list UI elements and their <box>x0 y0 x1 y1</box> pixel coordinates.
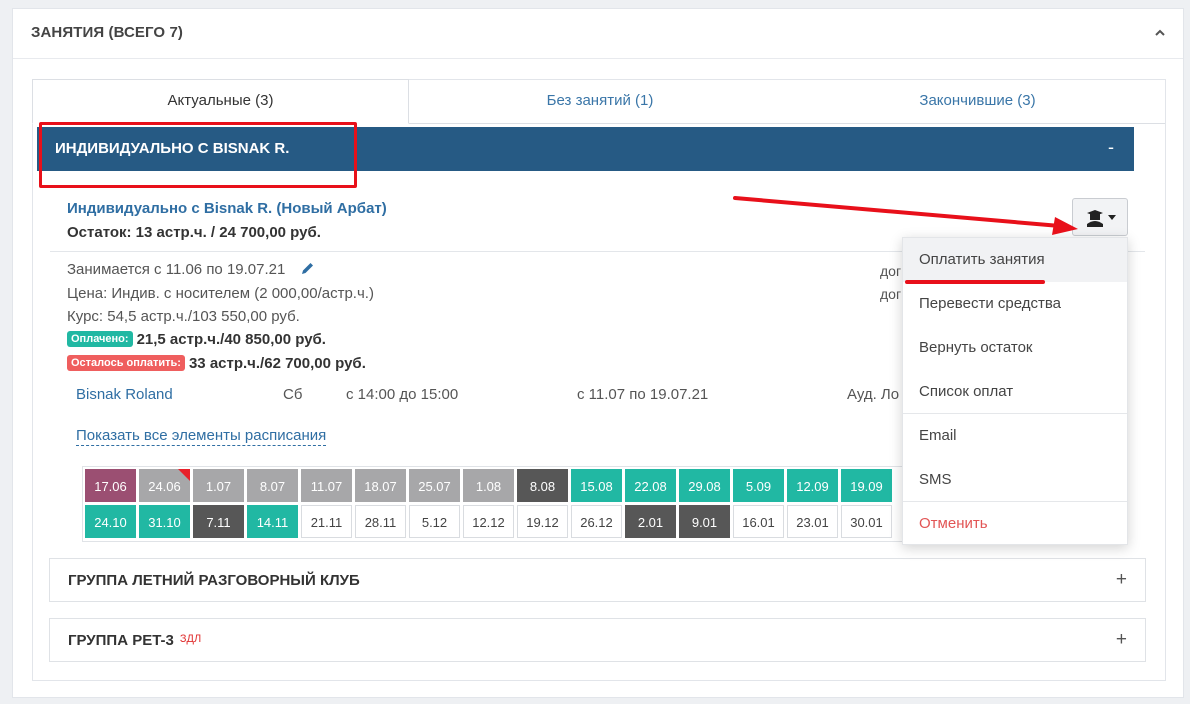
calendar-day-cell[interactable]: 5.09 <box>733 469 784 502</box>
lesson-period-row: Занимается с 11.06 по 19.07.21 <box>67 261 315 278</box>
schedule-time: с 14:00 до 15:00 <box>346 386 459 403</box>
caret-down-icon <box>1108 215 1116 220</box>
due-badge: Осталось оплатить: <box>67 355 185 371</box>
calendar-day-cell[interactable]: 2.01 <box>625 505 676 538</box>
tabs-divider <box>409 123 1165 124</box>
tab-finished[interactable]: Закончившие (3) <box>790 80 1165 124</box>
group-pet3[interactable]: ГРУППА PET-3 ЗДЛ + <box>49 618 1146 662</box>
group-tag: ЗДЛ <box>179 633 202 645</box>
group-title: ГРУППА ЛЕТНИЙ РАЗГОВОРНЫЙ КЛУБ <box>68 572 360 589</box>
calendar-day-cell[interactable]: 15.08 <box>571 469 622 502</box>
highlight-box <box>39 122 357 188</box>
calendar-day-cell[interactable]: 19.12 <box>517 505 568 538</box>
schedule-room: Ауд. Ло <box>847 386 900 403</box>
lesson-balance: Остаток: 13 астр.ч. / 24 700,00 руб. <box>67 224 321 241</box>
lesson-calendar: 17.06 24.06 1.07 8.07 11.07 18.07 25.07 1.08 8.0… <box>82 466 932 542</box>
panel-header[interactable]: ЗАНЯТИЯ (ВСЕГО 7) <box>13 9 1183 59</box>
calendar-day-cell[interactable]: 8.08 <box>517 469 568 502</box>
show-all-schedule-link[interactable]: Показать все элементы расписания <box>76 426 327 446</box>
menu-item-cancel[interactable]: Отменить <box>903 502 1127 546</box>
menu-item-sms[interactable]: SMS <box>903 458 1127 502</box>
calendar-day-cell[interactable]: 16.01 <box>733 505 784 538</box>
schedule-day: Сб <box>283 386 303 403</box>
calendar-day-cell[interactable]: 22.08 <box>625 469 676 502</box>
calendar-day-cell[interactable]: 19.09 <box>841 469 892 502</box>
calendar-day-cell[interactable]: 1.07 <box>193 469 244 502</box>
annotation-underline <box>905 280 1045 284</box>
calendar-day-cell[interactable]: 1.08 <box>463 469 514 502</box>
calendar-day-cell[interactable]: 24.06 <box>139 469 190 502</box>
calendar-day-cell[interactable]: 29.08 <box>679 469 730 502</box>
calendar-day-cell[interactable]: 18.07 <box>355 469 406 502</box>
paid-row: Оплачено: 21,5 астр.ч./40 850,00 руб. <box>67 331 326 348</box>
lesson-price: Цена: Индив. с носителем (2 000,00/астр.… <box>67 285 374 302</box>
menu-item-email[interactable]: Email <box>903 414 1127 458</box>
pencil-icon[interactable] <box>300 261 315 276</box>
lesson-period: Занимается с 11.06 по 19.07.21 <box>67 261 286 278</box>
tab-current[interactable]: Актуальные (3) <box>32 79 409 124</box>
calendar-day-cell[interactable]: 25.07 <box>409 469 460 502</box>
contract-hint-1: дог <box>880 263 902 279</box>
group-summer-club[interactable]: ГРУППА ЛЕТНИЙ РАЗГОВОРНЫЙ КЛУБ + <box>49 558 1146 602</box>
due-amount: 33 астр.ч./62 700,00 руб. <box>188 355 366 372</box>
calendar-day-cell[interactable]: 14.11 <box>247 505 298 538</box>
chevron-up-icon[interactable] <box>1153 26 1167 40</box>
calendar-day-cell[interactable]: 5.12 <box>409 505 460 538</box>
due-row: Осталось оплатить: 33 астр.ч./62 700,00 р… <box>67 355 366 372</box>
student-actions-button[interactable] <box>1072 198 1128 236</box>
calendar-day-cell[interactable]: 7.11 <box>193 505 244 538</box>
expand-toggle[interactable]: + <box>1116 569 1127 591</box>
calendar-day-cell[interactable]: 9.01 <box>679 505 730 538</box>
graduate-icon <box>1087 210 1116 227</box>
calendar-day-cell[interactable]: 23.01 <box>787 505 838 538</box>
expand-toggle[interactable]: + <box>1116 629 1127 651</box>
paid-badge: Оплачено: <box>67 331 133 347</box>
calendar-day-cell[interactable]: 17.06 <box>85 469 136 502</box>
calendar-day-cell[interactable]: 12.12 <box>463 505 514 538</box>
schedule-dates: с 11.07 по 19.07.21 <box>577 386 709 403</box>
calendar-day-cell[interactable]: 30.01 <box>841 505 892 538</box>
calendar-day-cell[interactable]: 28.11 <box>355 505 406 538</box>
tab-no-lessons[interactable]: Без занятий (1) <box>410 80 790 124</box>
teacher-link[interactable]: Bisnak Roland <box>76 386 173 403</box>
menu-item-refund-balance[interactable]: Вернуть остаток <box>903 326 1127 370</box>
lesson-course: Курс: 54,5 астр.ч./103 550,00 руб. <box>67 308 300 325</box>
calendar-day-cell[interactable]: 26.12 <box>571 505 622 538</box>
calendar-day-cell[interactable]: 8.07 <box>247 469 298 502</box>
menu-item-pay-lessons[interactable]: Оплатить занятия <box>903 238 1127 282</box>
collapse-toggle[interactable]: - <box>1108 137 1114 158</box>
calendar-day-cell[interactable]: 12.09 <box>787 469 838 502</box>
menu-item-transfer-funds[interactable]: Перевести средства <box>903 282 1127 326</box>
panel-title: ЗАНЯТИЯ (ВСЕГО 7) <box>31 24 184 41</box>
paid-amount: 21,5 астр.ч./40 850,00 руб. <box>136 331 326 348</box>
calendar-day-cell[interactable]: 21.11 <box>301 505 352 538</box>
calendar-day-cell[interactable]: 24.10 <box>85 505 136 538</box>
group-title: ГРУППА PET-3 ЗДЛ <box>68 632 202 649</box>
calendar-day-cell[interactable]: 11.07 <box>301 469 352 502</box>
calendar-day-cell[interactable]: 31.10 <box>139 505 190 538</box>
flag-corner-icon <box>178 469 190 481</box>
menu-item-payments-list[interactable]: Список оплат <box>903 370 1127 414</box>
contract-hint-2: дог <box>880 286 902 302</box>
lesson-title-link[interactable]: Индивидуально с Bisnak R. (Новый Арбат) <box>67 200 387 217</box>
